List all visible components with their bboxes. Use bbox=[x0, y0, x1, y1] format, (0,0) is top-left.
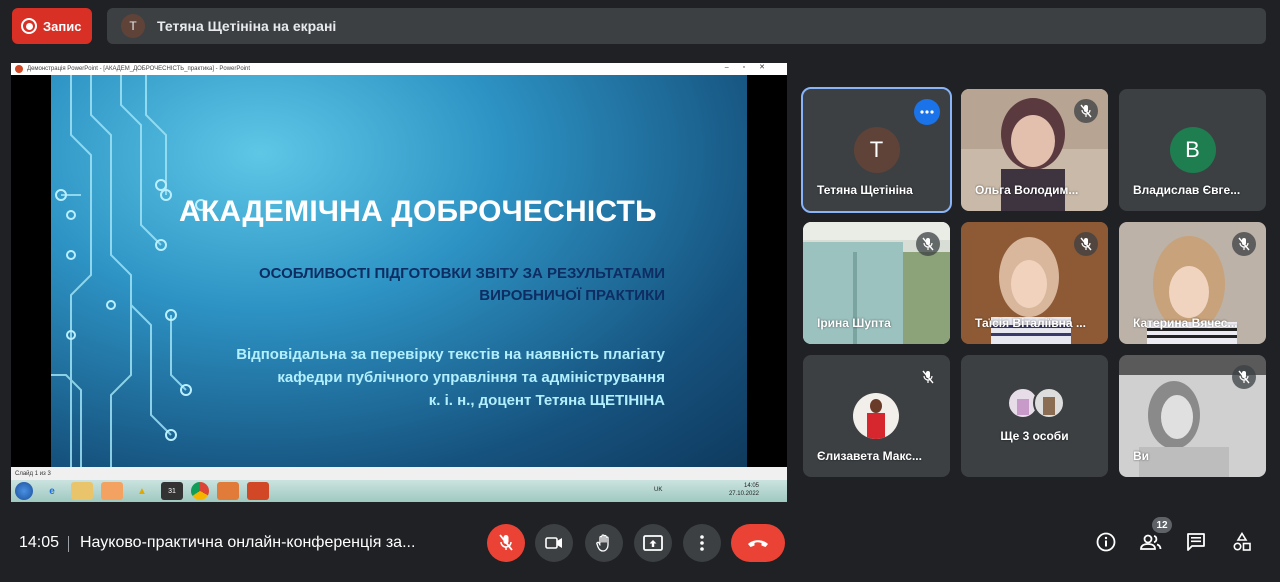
presenting-banner: Т Тетяна Щетініна на екрані bbox=[107, 8, 1266, 44]
window-controls: –▫✕ bbox=[724, 64, 779, 71]
slide-subtitle-line2: ВИРОБНИЧОЇ ПРАКТИКИ bbox=[479, 287, 665, 304]
ppt-status-bar: Слайд 1 из 3 bbox=[11, 467, 787, 480]
mic-off-icon bbox=[499, 534, 513, 551]
app-icon: ▲ bbox=[137, 485, 147, 497]
people-count-badge: 12 bbox=[1152, 517, 1172, 533]
participant-tile[interactable]: Таїсія Віталіївна ... bbox=[961, 222, 1108, 344]
mic-off-icon bbox=[1074, 99, 1098, 123]
presenting-text: Тетяна Щетініна на екрані bbox=[157, 18, 337, 34]
participant-name: Катерина Вячес... bbox=[1133, 316, 1238, 330]
people-icon bbox=[1140, 534, 1162, 550]
participant-name: Таїсія Віталіївна ... bbox=[975, 316, 1086, 330]
participant-name: Ірина Шупта bbox=[817, 316, 891, 330]
participant-tile[interactable]: Єлизавета Макс... bbox=[803, 355, 950, 477]
raise-hand-button[interactable] bbox=[585, 524, 623, 562]
system-time: 14:05 bbox=[743, 483, 759, 489]
activities-button[interactable] bbox=[1230, 530, 1254, 554]
participant-tile[interactable]: Ольга Володим... bbox=[961, 89, 1108, 211]
participant-avatar: Т bbox=[853, 127, 900, 173]
keyboard-language: UK bbox=[654, 487, 663, 493]
present-icon bbox=[643, 535, 663, 551]
ie-icon: e bbox=[49, 485, 55, 497]
slide-subtitle-line1: ОСОБЛИВОСТІ ПІДГОТОВКИ ЗВІТУ ЗА РЕЗУЛЬТА… bbox=[258, 265, 665, 282]
chrome-icon bbox=[191, 482, 209, 500]
self-name: Ви bbox=[1133, 449, 1150, 463]
record-label: Запис bbox=[43, 18, 82, 34]
participant-tile[interactable]: В Владислав Євге... bbox=[1119, 89, 1266, 211]
shared-screen: Демонстрація PowerPoint - [АКАДЕМ_ДОБРОЧ… bbox=[11, 63, 787, 502]
slide-info: Відповідальна за перевірку текстів на на… bbox=[145, 343, 665, 412]
leave-call-button[interactable] bbox=[731, 524, 785, 562]
mic-off-icon bbox=[1232, 232, 1256, 256]
more-options-button[interactable] bbox=[683, 524, 721, 562]
participant-photo-avatar bbox=[853, 393, 899, 439]
meeting-details-button[interactable] bbox=[1094, 530, 1118, 554]
slide-subtitle: ОСОБЛИВОСТІ ПІДГОТОВКИ ЗВІТУ ЗА РЕЗУЛЬТА… bbox=[205, 263, 665, 307]
slide-counter: Слайд 1 из 3 bbox=[15, 470, 51, 477]
record-icon bbox=[21, 18, 37, 34]
participant-name: Тетяна Щетініна bbox=[817, 183, 913, 197]
window-title-text: Демонстрація PowerPoint - [АКАДЕМ_ДОБРОЧ… bbox=[27, 66, 251, 72]
chat-icon bbox=[1187, 533, 1205, 551]
powerpoint-task-icon bbox=[217, 482, 239, 500]
calendar-icon: 31 bbox=[161, 482, 183, 500]
slide-title: АКАДЕМІЧНА ДОБРОЧЕСНІСТЬ bbox=[179, 195, 657, 228]
others-tile[interactable]: Ще 3 особи bbox=[961, 355, 1108, 477]
participant-tile[interactable]: Ірина Шупта bbox=[803, 222, 950, 344]
slide-info-line3: к. і. н., доцент Тетяна ЩЕТІНІНА bbox=[428, 392, 665, 409]
participant-name: Ольга Володим... bbox=[975, 183, 1079, 197]
slide-info-line2: кафедри публічного управління та адмініс… bbox=[277, 369, 665, 386]
meeting-title[interactable]: Науково-практична онлайн-конференція за.… bbox=[80, 534, 415, 552]
info-icon bbox=[1096, 532, 1116, 552]
participant-name: Владислав Євге... bbox=[1133, 183, 1241, 197]
present-button[interactable] bbox=[634, 524, 672, 562]
participant-tile[interactable]: Катерина Вячес... bbox=[1119, 222, 1266, 344]
system-clock: 14:05 27.10.2022 bbox=[729, 482, 759, 498]
raise-hand-icon bbox=[596, 534, 609, 552]
activities-icon bbox=[1233, 532, 1251, 551]
mic-off-icon bbox=[1074, 232, 1098, 256]
record-button[interactable]: Запис bbox=[12, 8, 92, 44]
participant-name: Єлизавета Макс... bbox=[817, 449, 922, 463]
windows-taskbar: e ▲ 31 UK 14:05 27.10.2022 bbox=[11, 480, 787, 502]
videocam-icon bbox=[545, 537, 562, 549]
people-button[interactable] bbox=[1139, 530, 1163, 554]
mic-off-icon bbox=[916, 365, 940, 389]
participant-tile[interactable]: Т Тетяна Щетініна bbox=[801, 87, 952, 213]
meeting-clock: 14:05 bbox=[19, 534, 60, 551]
media-player-icon bbox=[101, 482, 123, 500]
top-bar: Запис Т Тетяна Щетініна на екрані bbox=[0, 0, 1280, 52]
explorer-icon bbox=[71, 482, 93, 500]
presenter-avatar: Т bbox=[121, 14, 145, 38]
slide-info-line1: Відповідальна за перевірку текстів на на… bbox=[236, 346, 665, 363]
divider bbox=[68, 536, 69, 552]
powerpoint-icon bbox=[15, 65, 23, 73]
ppt-window-title: Демонстрація PowerPoint - [АКАДЕМ_ДОБРОЧ… bbox=[11, 63, 787, 75]
others-avatars bbox=[1007, 387, 1065, 419]
more-vert-icon bbox=[700, 535, 704, 551]
system-date: 27.10.2022 bbox=[728, 491, 759, 497]
chat-button[interactable] bbox=[1184, 530, 1208, 554]
call-end-icon bbox=[748, 540, 768, 547]
more-options-icon[interactable] bbox=[914, 99, 940, 125]
mic-off-icon bbox=[1232, 365, 1256, 389]
presentation-slide: АКАДЕМІЧНА ДОБРОЧЕСНІСТЬ ОСОБЛИВОСТІ ПІД… bbox=[51, 75, 747, 467]
mic-off-icon bbox=[916, 232, 940, 256]
others-label: Ще 3 особи bbox=[1000, 429, 1069, 443]
start-button-icon bbox=[15, 482, 33, 500]
bottom-bar: 14:05 Науково-практична онлайн-конференц… bbox=[0, 514, 1280, 572]
powerpoint-active-icon bbox=[247, 482, 269, 500]
camera-toggle-button[interactable] bbox=[535, 524, 573, 562]
self-tile[interactable]: Ви bbox=[1119, 355, 1266, 477]
mic-toggle-button[interactable] bbox=[487, 524, 525, 562]
participant-avatar: В bbox=[1169, 127, 1216, 173]
